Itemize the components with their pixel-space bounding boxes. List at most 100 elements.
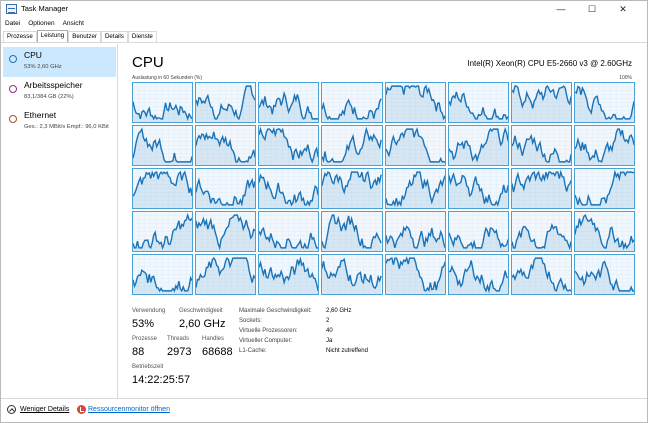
stat-handles-label: Handles	[202, 336, 225, 342]
stat-betriebszeit-label: Betriebszeit	[132, 364, 164, 370]
footer-bar: Weniger Details Ressourcenmonitor öffnen	[1, 398, 647, 422]
stat-verwendung-value: 53%	[132, 318, 155, 330]
info-max-speed-value: 2,60 GHz	[326, 308, 352, 314]
cpu-core-graph	[321, 211, 383, 252]
cpu-core-graph	[321, 82, 383, 123]
menu-optionen[interactable]: Optionen	[24, 18, 58, 30]
cpu-core-graph	[384, 125, 446, 166]
sidebar-item-arbeitsspeicher[interactable]: Arbeitsspeicher 83,1/384 GB (22%)	[3, 77, 116, 107]
resource-monitor-icon[interactable]	[77, 405, 86, 414]
task-manager-app-icon	[6, 4, 17, 14]
cpu-core-graph	[321, 125, 383, 166]
cpu-core-graph	[447, 254, 509, 295]
cpu-core-graph	[510, 168, 572, 209]
cpu-core-graph	[321, 254, 383, 295]
menu-bar: Datei Optionen Ansicht	[1, 18, 88, 30]
cpu-core-graph	[573, 82, 635, 123]
cpu-core-graph	[384, 254, 446, 295]
cpu-core-graph	[195, 254, 257, 295]
cpu-core-graph	[132, 82, 194, 123]
sidebar-item-subtitle: Ges.: 2,3 MBit/s Empf.: 96,0 KBit	[24, 124, 109, 130]
stat-geschwindigkeit-label: Geschwindigkeit	[179, 308, 223, 314]
cpu-core-graph-grid	[132, 82, 635, 295]
cpu-core-graph	[510, 125, 572, 166]
cpu-core-graph	[510, 82, 572, 123]
info-virtual-machine-value: Ja	[326, 338, 333, 344]
sidebar-item-cpu[interactable]: CPU 53% 2,60 GHz	[3, 47, 116, 77]
tab-strip: Prozesse Leistung Benutzer Details Diens…	[3, 30, 157, 42]
resource-monitor-link[interactable]: Ressourcenmonitor öffnen	[88, 406, 170, 413]
tab-prozesse[interactable]: Prozesse	[3, 31, 37, 42]
stat-threads-value: 2973	[167, 346, 192, 358]
tab-divider	[1, 42, 647, 43]
info-virtual-machine-label: Virtueller Computer:	[239, 338, 293, 344]
sidebar-item-title: Arbeitsspeicher	[24, 80, 83, 90]
cpu-core-graph	[195, 125, 257, 166]
page-title: CPU	[132, 54, 164, 71]
tab-benutzer[interactable]: Benutzer	[68, 31, 101, 42]
stat-threads-label: Threads	[167, 336, 190, 342]
sidebar-item-title: CPU	[24, 50, 42, 60]
cpu-core-graph	[384, 168, 446, 209]
cpu-core-graph	[573, 168, 635, 209]
stat-geschwindigkeit-value: 2,60 GHz	[179, 318, 226, 330]
maximize-button[interactable]: ☐	[577, 1, 607, 18]
cpu-core-graph	[510, 211, 572, 252]
info-virtual-processors-value: 40	[326, 328, 333, 334]
cpu-core-graph	[384, 82, 446, 123]
cpu-core-graph	[258, 254, 320, 295]
cpu-core-graph	[258, 125, 320, 166]
cpu-core-graph	[384, 211, 446, 252]
stat-betriebszeit-value: 14:22:25:57	[132, 374, 191, 386]
close-button[interactable]: ✕	[608, 1, 638, 18]
cpu-core-graph	[447, 168, 509, 209]
resource-sidebar: CPU 53% 2,60 GHz Arbeitsspeicher 83,1/38…	[1, 44, 118, 398]
sidebar-item-subtitle: 53% 2,60 GHz	[24, 64, 62, 70]
cpu-core-graph	[573, 254, 635, 295]
cpu-core-graph	[195, 82, 257, 123]
title-bar: Task Manager — ☐ ✕	[1, 1, 647, 18]
tab-details[interactable]: Details	[100, 31, 128, 42]
cpu-indicator-icon	[9, 55, 17, 63]
info-max-speed-label: Maximale Geschwindigkeit:	[239, 308, 312, 314]
cpu-core-graph	[258, 211, 320, 252]
cpu-core-graph	[447, 211, 509, 252]
window-title: Task Manager	[21, 4, 69, 13]
cpu-core-graph	[447, 82, 509, 123]
tab-dienste[interactable]: Dienste	[127, 31, 157, 42]
sidebar-item-title: Ethernet	[24, 110, 57, 120]
info-sockets-value: 2	[326, 318, 330, 324]
menu-ansicht[interactable]: Ansicht	[59, 18, 88, 30]
graph-caption: Auslastung in 60 Sekunden (%)	[132, 75, 203, 81]
cpu-core-graph	[510, 254, 572, 295]
menu-datei[interactable]: Datei	[1, 18, 24, 30]
minimize-button[interactable]: —	[546, 1, 576, 18]
sidebar-item-subtitle: 83,1/384 GB (22%)	[24, 94, 74, 100]
cpu-core-graph	[132, 125, 194, 166]
stat-prozesse-value: 88	[132, 346, 145, 358]
tab-leistung[interactable]: Leistung	[36, 30, 69, 42]
stat-handles-value: 68688	[202, 346, 233, 358]
info-l1-cache-value: Nicht zutreffend	[326, 348, 368, 354]
ethernet-indicator-icon	[9, 115, 17, 123]
cpu-core-graph	[447, 125, 509, 166]
stat-prozesse-label: Prozesse	[132, 336, 158, 342]
cpu-core-graph	[132, 254, 194, 295]
cpu-core-graph	[195, 211, 257, 252]
fewer-details-link[interactable]: Weniger Details	[20, 406, 69, 413]
cpu-core-graph	[132, 168, 194, 209]
task-manager-window: Task Manager — ☐ ✕ Datei Optionen Ansich…	[0, 0, 648, 423]
info-virtual-processors-label: Virtuelle Prozessoren:	[239, 328, 298, 334]
memory-indicator-icon	[9, 85, 17, 93]
cpu-core-graph	[573, 211, 635, 252]
cpu-core-graph	[195, 168, 257, 209]
cpu-core-graph	[321, 168, 383, 209]
cpu-core-graph	[258, 168, 320, 209]
stat-verwendung-label: Verwendung	[132, 308, 166, 314]
info-l1-cache-label: L1-Cache:	[239, 348, 267, 354]
cpu-model-name: Intel(R) Xeon(R) CPU E5-2660 v3 @ 2.60GH…	[467, 59, 632, 68]
chevron-up-icon[interactable]	[7, 405, 16, 414]
cpu-core-graph	[132, 211, 194, 252]
sidebar-item-ethernet[interactable]: Ethernet Ges.: 2,3 MBit/s Empf.: 96,0 KB…	[3, 107, 116, 137]
cpu-core-graph	[258, 82, 320, 123]
